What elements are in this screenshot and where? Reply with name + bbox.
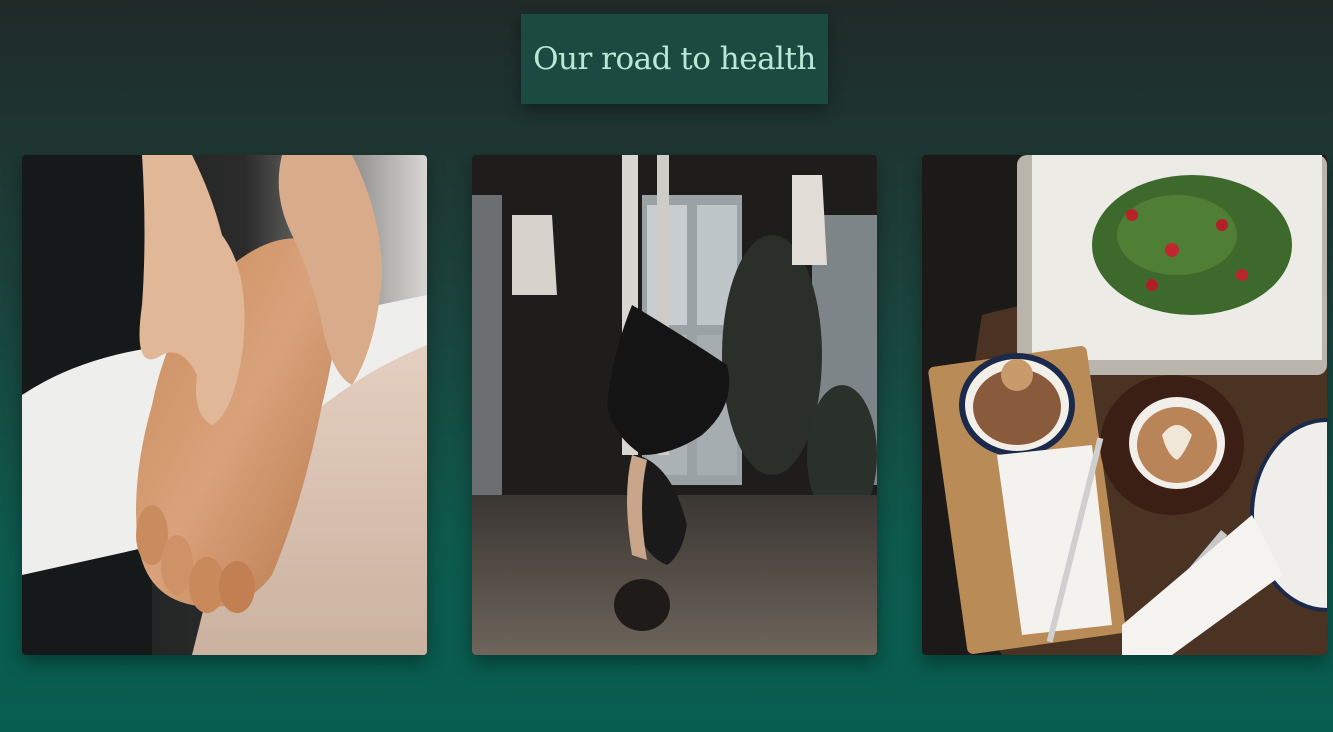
gallery-card-foot-massage[interactable]: [22, 155, 427, 655]
gallery-card-healthy-breakfast[interactable]: [922, 155, 1327, 655]
healthy-breakfast-photo: [922, 155, 1327, 655]
page-title: Our road to health: [533, 41, 816, 77]
gallery-card-aerial-yoga[interactable]: [472, 155, 877, 655]
aerial-yoga-photo: [472, 155, 877, 655]
page-title-banner: Our road to health: [521, 14, 828, 104]
foot-massage-photo: [22, 155, 427, 655]
